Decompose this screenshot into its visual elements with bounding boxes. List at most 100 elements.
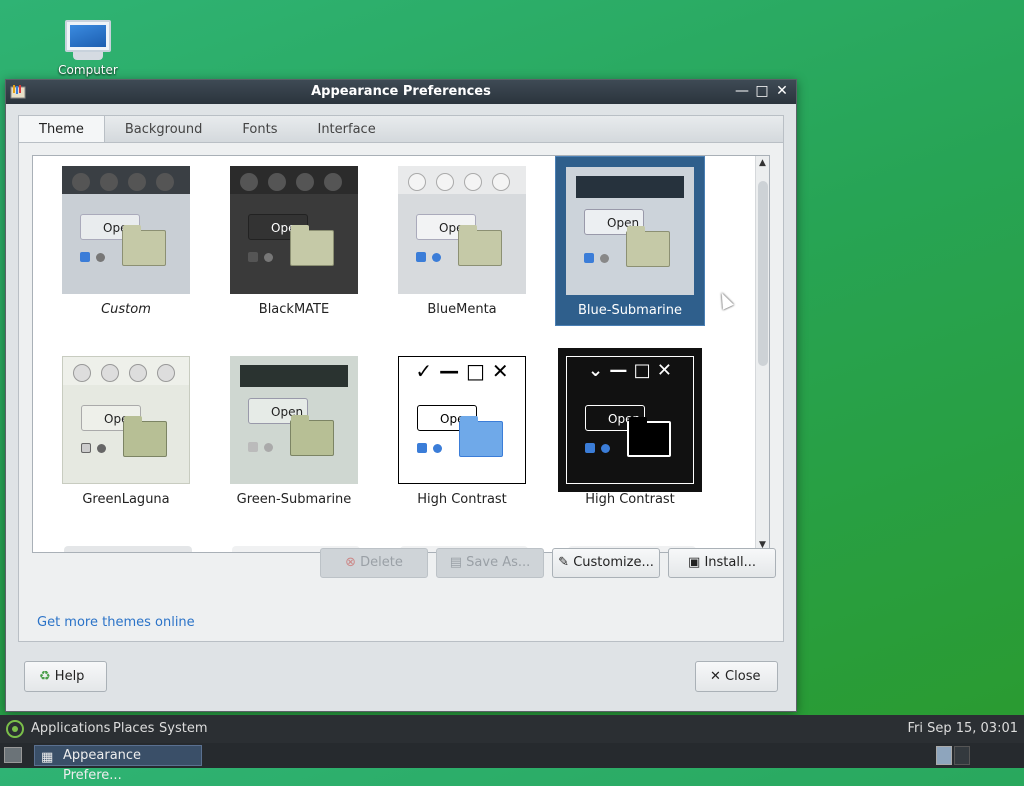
desktop-icon-label: Computer bbox=[58, 63, 118, 77]
scrollbar-thumb[interactable] bbox=[758, 181, 768, 366]
save-icon: ▤ bbox=[449, 555, 463, 570]
top-panel: Applications Places System Fri Sep 15, 0… bbox=[0, 715, 1024, 743]
help-button[interactable]: ♻ Help bbox=[24, 661, 107, 692]
window-title: Appearance Preferences bbox=[311, 84, 491, 99]
radio-icon bbox=[432, 253, 441, 262]
close-button[interactable]: ✕ Close bbox=[695, 661, 778, 692]
scroll-up-icon[interactable]: ▲ bbox=[756, 156, 769, 170]
system-menu[interactable]: System bbox=[159, 721, 207, 736]
theme-name: Green-Submarine bbox=[236, 492, 352, 507]
maximize-button[interactable]: □ bbox=[754, 83, 770, 99]
delete-label: Delete bbox=[360, 555, 403, 570]
folder-icon bbox=[459, 416, 503, 457]
theme-name: Blue-Submarine bbox=[577, 303, 683, 318]
theme-item-high-contrast-inverse[interactable]: ⌄ — □ ✕ Open High Contrast bbox=[555, 346, 705, 516]
theme-preview: Open bbox=[230, 166, 358, 294]
install-label: Install... bbox=[704, 555, 756, 570]
theme-item-blue-submarine[interactable]: Open Blue-Submarine bbox=[555, 156, 705, 326]
save-as-label: Save As... bbox=[466, 555, 531, 570]
theme-name: High Contrast bbox=[585, 492, 675, 507]
tab-theme[interactable]: Theme bbox=[19, 116, 105, 143]
radio-icon bbox=[433, 444, 442, 453]
radio-icon bbox=[96, 253, 105, 262]
applications-menu[interactable]: Applications bbox=[31, 721, 110, 736]
theme-item-high-contrast[interactable]: ✓ — □ ✕ Open High Contrast bbox=[387, 346, 537, 516]
tab-fonts[interactable]: Fonts bbox=[222, 116, 297, 143]
folder-icon bbox=[123, 416, 167, 457]
checkbox-icon bbox=[416, 252, 426, 262]
theme-item-bluementa[interactable]: Open BlueMenta bbox=[387, 156, 537, 326]
tab-background[interactable]: Background bbox=[105, 116, 223, 143]
mate-menu-icon[interactable] bbox=[6, 720, 24, 738]
theme-item-green-submarine[interactable]: Open Green-Submarine bbox=[219, 346, 369, 516]
theme-preview: ✓ — □ ✕ Open bbox=[398, 356, 526, 484]
theme-preview: Open bbox=[566, 167, 694, 295]
theme-name: BlueMenta bbox=[427, 302, 497, 317]
folder-icon bbox=[627, 417, 671, 457]
close-icon: ✕ bbox=[710, 669, 721, 684]
checkbox-icon bbox=[417, 443, 427, 453]
checkbox-icon bbox=[585, 443, 595, 453]
appearance-task-icon: ▦ bbox=[41, 750, 54, 765]
close-window-button[interactable]: ✕ bbox=[774, 83, 790, 99]
checkbox-icon bbox=[248, 442, 258, 452]
folder-icon bbox=[290, 225, 334, 266]
radio-icon bbox=[264, 443, 273, 452]
title-bar[interactable]: Appearance Preferences — □ ✕ bbox=[6, 80, 796, 104]
folder-icon bbox=[458, 225, 502, 266]
theme-name: GreenLaguna bbox=[82, 492, 170, 507]
theme-tab-panel: Open Custom Open BlackMATE Open BlueMent… bbox=[18, 142, 784, 642]
customize-label: Customize... bbox=[573, 555, 654, 570]
theme-item-partial bbox=[64, 546, 192, 552]
delete-icon: ⊗ bbox=[345, 555, 357, 570]
install-icon: ▣ bbox=[688, 555, 701, 570]
theme-name: Custom bbox=[101, 302, 151, 317]
customize-button[interactable]: ✎ Customize... bbox=[552, 548, 660, 578]
theme-item-blackmate[interactable]: Open BlackMATE bbox=[219, 156, 369, 326]
workspace-switcher-2[interactable] bbox=[954, 746, 970, 765]
workspace-switcher-1[interactable] bbox=[936, 746, 952, 765]
theme-preview: Open bbox=[62, 356, 190, 484]
radio-icon bbox=[97, 444, 106, 453]
theme-preview: Open bbox=[398, 166, 526, 294]
theme-name: High Contrast bbox=[417, 492, 507, 507]
show-desktop-icon[interactable] bbox=[4, 747, 22, 763]
theme-preview: Open bbox=[62, 166, 190, 294]
checkbox-icon bbox=[584, 253, 594, 263]
folder-icon bbox=[290, 415, 334, 456]
theme-preview: Open bbox=[230, 356, 358, 484]
tab-bar: Theme Background Fonts Interface bbox=[18, 115, 784, 143]
install-button[interactable]: ▣ Install... bbox=[668, 548, 776, 578]
computer-desktop-icon[interactable]: Computer bbox=[55, 20, 121, 77]
theme-item-custom[interactable]: Open Custom bbox=[51, 156, 201, 326]
help-label: Help bbox=[54, 669, 85, 684]
tab-interface[interactable]: Interface bbox=[297, 116, 395, 143]
theme-item-greenlaguna[interactable]: Open GreenLaguna bbox=[51, 346, 201, 516]
bottom-panel: ▦ Appearance Prefere... bbox=[0, 743, 1024, 783]
checkbox-icon bbox=[248, 252, 258, 262]
task-label: Appearance Prefere... bbox=[63, 748, 142, 783]
theme-list-scrollbar[interactable]: ▲ ▼ bbox=[755, 156, 769, 552]
save-as-button[interactable]: ▤ Save As... bbox=[436, 548, 544, 578]
places-menu[interactable]: Places bbox=[113, 721, 154, 736]
radio-icon bbox=[601, 444, 610, 453]
theme-list: Open Custom Open BlackMATE Open BlueMent… bbox=[32, 155, 770, 553]
checkbox-icon bbox=[80, 252, 90, 262]
minimize-button[interactable]: — bbox=[734, 83, 750, 99]
help-icon: ♻ bbox=[39, 669, 51, 684]
close-label: Close bbox=[725, 669, 761, 684]
monitor-icon bbox=[65, 20, 111, 52]
folder-icon bbox=[626, 226, 670, 267]
radio-icon bbox=[600, 254, 609, 263]
customize-icon: ✎ bbox=[558, 555, 570, 570]
appearance-preferences-window: Appearance Preferences — □ ✕ Theme Backg… bbox=[5, 79, 797, 712]
delete-button[interactable]: ⊗ Delete bbox=[320, 548, 428, 578]
radio-icon bbox=[264, 253, 273, 262]
panel-clock[interactable]: Fri Sep 15, 03:01 bbox=[907, 721, 1018, 736]
theme-preview: ⌄ — □ ✕ Open bbox=[558, 348, 702, 492]
taskbar-appearance-window[interactable]: ▦ Appearance Prefere... bbox=[34, 745, 202, 783]
get-more-themes-link[interactable]: Get more themes online bbox=[37, 615, 195, 630]
folder-icon bbox=[122, 225, 166, 266]
theme-name: BlackMATE bbox=[258, 302, 330, 317]
checkbox-icon bbox=[81, 443, 91, 453]
